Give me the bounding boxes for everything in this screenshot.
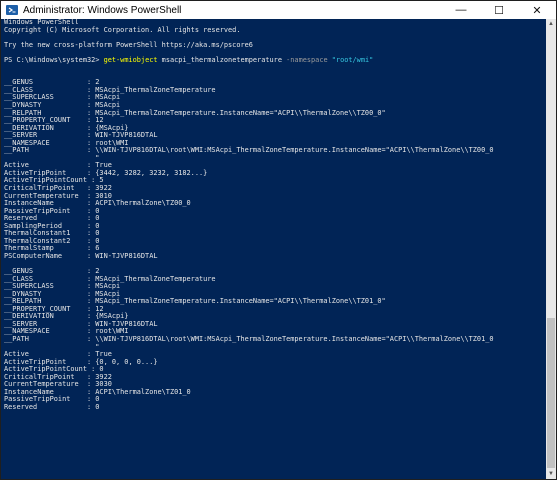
vertical-scrollbar[interactable]: ▲ ▼ — [546, 19, 556, 479]
output-line: Reserved : 0 — [4, 402, 100, 411]
window-title: Administrator: Windows PowerShell — [23, 4, 182, 16]
banner-line: Try the new cross-platform PowerShell ht… — [4, 40, 253, 49]
command-line: PS C:\Windows\system32> get-wmiobject ms… — [4, 55, 546, 65]
command-output: __GENUS : 2 __CLASS : MSAcpi_ThermalZoneT… — [4, 64, 546, 411]
powershell-icon — [6, 4, 18, 16]
powershell-window: Administrator: Windows PowerShell — ☐ ✕ … — [0, 0, 557, 480]
command-value: "root/wmi" — [327, 55, 374, 64]
scroll-down-arrow-icon[interactable]: ▼ — [546, 469, 556, 479]
output-line: PSComputerName : WIN-TJVP816DTAL — [4, 251, 158, 260]
scroll-thumb[interactable] — [547, 318, 555, 468]
console-output[interactable]: Windows PowerShell Copyright (C) Microso… — [1, 19, 546, 479]
title-bar[interactable]: Administrator: Windows PowerShell — ☐ ✕ — [1, 1, 556, 19]
command-parameter: -namespace — [286, 55, 328, 64]
command-argument: msacpi_thermalzonetemperature — [157, 55, 287, 64]
scroll-up-arrow-icon[interactable]: ▲ — [546, 19, 556, 29]
cmdlet: get-wmiobject — [103, 55, 158, 64]
prompt: PS C:\Windows\system32> — [4, 55, 104, 64]
close-button[interactable]: ✕ — [518, 1, 556, 19]
banner-line: Copyright (C) Microsoft Corporation. All… — [4, 25, 241, 34]
maximize-button[interactable]: ☐ — [480, 1, 518, 19]
minimize-button[interactable]: — — [442, 1, 480, 19]
